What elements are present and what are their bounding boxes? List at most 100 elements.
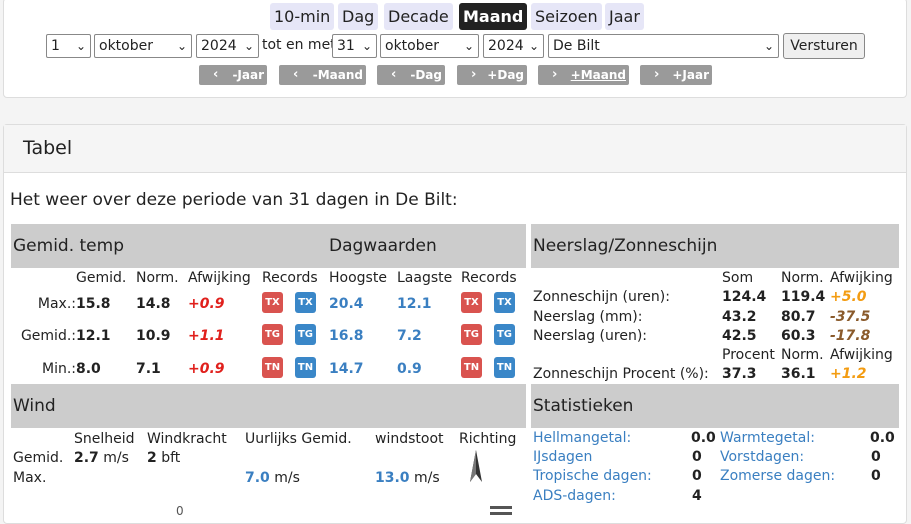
from-day-value: 1 [51,38,60,54]
stat-vorstdagen-link[interactable]: Vorstdagen: [720,449,804,465]
from-year-value: 2024 [201,38,237,54]
day-record-high-tg-badge[interactable]: TG [461,324,482,345]
record-low-tx-badge[interactable]: TX [295,292,316,313]
to-day-select[interactable]: 31 ⌄ [332,34,377,58]
wind-force-value: 2 [147,450,157,466]
min-norm: 7.1 [136,361,161,377]
stat-ijsdagen-link[interactable]: IJsdagen [533,449,592,465]
sun-pct-col-afwijking: Afwijking [830,347,893,363]
min-hoogste: 14.7 [329,361,364,377]
wind-col-windkracht: Windkracht [147,431,227,447]
day-record-low-tn-badge[interactable]: TN [494,357,515,378]
min-afwijking: +0.9 [188,361,225,377]
station-select[interactable]: De Bilt ⌄ [548,34,779,58]
rain-mm-afwijking: -37.5 [830,309,871,325]
record-low-tn-badge[interactable]: TN [295,357,316,378]
col-records: Records [262,270,318,286]
sun-pct-col-norm: Norm. [781,347,824,363]
tab-10-min[interactable]: 10-min [270,3,335,30]
wind-speed: 2.7 m/s [74,450,129,466]
tab-decade[interactable]: Decade [384,3,453,30]
menu-icon[interactable] [490,505,512,515]
period-summary-text: Het weer over deze periode van 31 dagen … [10,190,458,210]
sun-hours-norm: 119.4 [781,289,826,305]
range-separator: tot en met [262,37,336,53]
wind-col-richting: Richting [459,431,517,447]
stat-zomerse-dagen-link[interactable]: Zomerse dagen: [720,468,835,484]
submit-button[interactable]: Versturen [783,33,865,59]
rain-hours-norm: 60.3 [781,328,816,344]
tab-dag[interactable]: Dag [338,3,379,30]
next-month-button[interactable]: › +Maand [538,65,629,85]
stat-warmtegetal-link[interactable]: Warmtegetal: [720,430,815,446]
day-record-high-tx-badge[interactable]: TX [461,292,482,313]
row-label-min: Min.: [41,361,76,377]
col-records-day: Records [461,270,517,286]
prev-day-label: -Dag [410,68,442,82]
next-year-label: +Jaar [672,68,709,82]
temp-section-title: Gemid. temp [13,236,124,256]
tab-seizoen[interactable]: Seizoen [531,3,602,30]
rain-col-norm: Norm. [781,270,824,286]
chevron-left-icon: ‹ [293,67,299,82]
stat-zomerse-dagen-value: 0 [871,468,881,484]
min-laagste: 0.9 [397,361,422,377]
record-high-tg-badge[interactable]: TG [262,324,283,345]
chevron-down-icon: ⌄ [528,39,539,53]
from-year-select[interactable]: 2024 ⌄ [196,34,259,58]
to-month-select[interactable]: oktober ⌄ [380,34,479,58]
from-month-value: oktober [99,38,153,54]
stat-ads-dagen-value: 4 [692,488,702,504]
day-record-low-tx-badge[interactable]: TX [494,292,515,313]
gemid-hoogste: 16.8 [329,328,364,344]
tab-jaar[interactable]: Jaar [605,3,644,30]
wind-hourly-unit: m/s [274,470,300,486]
wind-direction-arrow-icon [470,450,482,482]
gemid-gemid: 12.1 [76,328,111,344]
chevron-left-icon: ‹ [213,67,219,82]
to-month-value: oktober [385,38,439,54]
prev-month-button[interactable]: ‹ -Maand [279,65,366,85]
wind-col-snelheid: Snelheid [74,431,135,447]
from-month-select[interactable]: oktober ⌄ [94,34,192,58]
wind-gemid-label: Gemid. [13,450,64,466]
from-day-select[interactable]: 1 ⌄ [46,34,91,58]
chevron-down-icon: ⌄ [361,39,372,53]
day-record-high-tn-badge[interactable]: TN [461,357,482,378]
col-norm: Norm. [136,270,179,286]
to-year-select[interactable]: 2024 ⌄ [483,34,544,58]
record-high-tx-badge[interactable]: TX [262,292,283,313]
stat-tropische-dagen-link[interactable]: Tropische dagen: [533,468,652,484]
record-low-tg-badge[interactable]: TG [295,324,316,345]
chevron-down-icon: ⌄ [763,39,774,53]
col-afwijking: Afwijking [188,270,251,286]
chevron-down-icon: ⌄ [463,39,474,53]
prev-year-button[interactable]: ‹ -Jaar [199,65,267,85]
wind-speed-value: 2.7 [74,450,99,466]
station-value: De Bilt [553,38,600,54]
rain-mm-som: 43.2 [722,309,757,325]
stat-hellmangetal-link[interactable]: Hellmangetal: [533,430,631,446]
prev-year-label: -Jaar [232,68,264,82]
prev-day-button[interactable]: ‹ -Dag [377,65,445,85]
day-record-low-tg-badge[interactable]: TG [494,324,515,345]
prev-month-label: -Maand [312,68,363,82]
sun-hours-label: Zonneschijn (uren): [533,289,670,305]
stat-warmtegetal-value: 0.0 [870,430,895,446]
next-day-label: +Dag [487,68,524,82]
chevron-down-icon: ⌄ [176,39,187,53]
tab-maand[interactable]: Maand [459,3,528,30]
chevron-down-icon: ⌄ [75,39,86,53]
row-label-max: Max.: [37,296,76,312]
rain-hours-som: 42.5 [722,328,757,344]
rain-col-afwijking: Afwijking [830,270,893,286]
record-high-tn-badge[interactable]: TN [262,357,283,378]
wind-speed-unit: m/s [103,450,129,466]
next-day-button[interactable]: › +Dag [457,65,527,85]
wind-force-unit: bft [161,450,181,466]
stats-section-header: Statistieken [531,384,899,428]
stat-ads-dagen-link[interactable]: ADS-dagen: [533,488,616,504]
next-year-button[interactable]: › +Jaar [640,65,712,85]
rain-mm-norm: 80.7 [781,309,816,325]
max-norm: 14.8 [136,296,171,312]
